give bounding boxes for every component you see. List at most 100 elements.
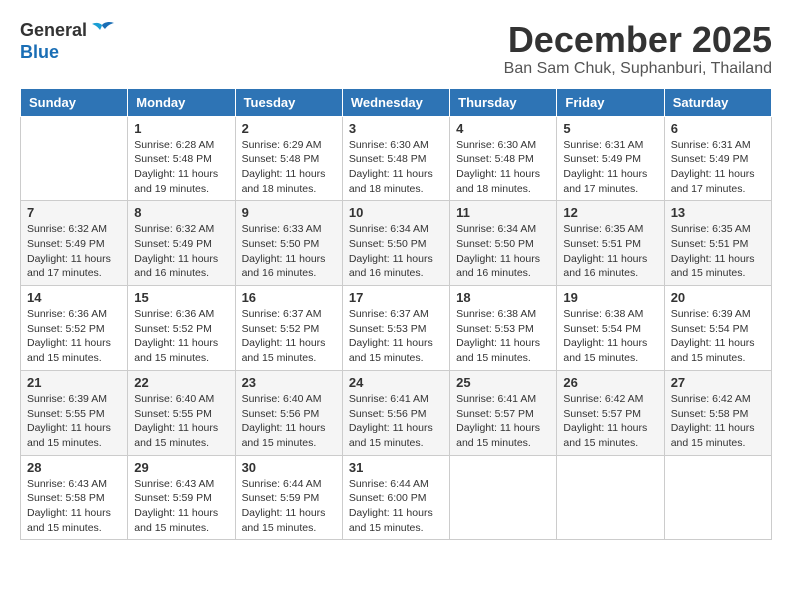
day-number: 27: [671, 375, 765, 390]
cell-info: Sunrise: 6:38 AMSunset: 5:53 PMDaylight:…: [456, 307, 550, 366]
cell-info: Sunrise: 6:36 AMSunset: 5:52 PMDaylight:…: [27, 307, 121, 366]
logo-bird-icon: [88, 20, 116, 42]
cell-info: Sunrise: 6:30 AMSunset: 5:48 PMDaylight:…: [349, 138, 443, 197]
calendar-table: Sunday Monday Tuesday Wednesday Thursday…: [20, 88, 772, 541]
calendar-cell: 19 Sunrise: 6:38 AMSunset: 5:54 PMDaylig…: [557, 286, 664, 371]
cell-info: Sunrise: 6:41 AMSunset: 5:56 PMDaylight:…: [349, 392, 443, 451]
calendar-cell: 27 Sunrise: 6:42 AMSunset: 5:58 PMDaylig…: [664, 370, 771, 455]
calendar-cell: 13 Sunrise: 6:35 AMSunset: 5:51 PMDaylig…: [664, 201, 771, 286]
week-row-3: 21 Sunrise: 6:39 AMSunset: 5:55 PMDaylig…: [21, 370, 772, 455]
week-row-0: 1 Sunrise: 6:28 AMSunset: 5:48 PMDayligh…: [21, 116, 772, 201]
cell-info: Sunrise: 6:33 AMSunset: 5:50 PMDaylight:…: [242, 222, 336, 281]
cell-info: Sunrise: 6:29 AMSunset: 5:48 PMDaylight:…: [242, 138, 336, 197]
header: General Blue December 2025 Ban Sam Chuk,…: [20, 20, 772, 78]
week-row-1: 7 Sunrise: 6:32 AMSunset: 5:49 PMDayligh…: [21, 201, 772, 286]
header-monday: Monday: [128, 88, 235, 116]
cell-info: Sunrise: 6:44 AMSunset: 6:00 PMDaylight:…: [349, 477, 443, 536]
cell-info: Sunrise: 6:28 AMSunset: 5:48 PMDaylight:…: [134, 138, 228, 197]
calendar-cell: 28 Sunrise: 6:43 AMSunset: 5:58 PMDaylig…: [21, 455, 128, 540]
day-number: 21: [27, 375, 121, 390]
calendar-cell: 8 Sunrise: 6:32 AMSunset: 5:49 PMDayligh…: [128, 201, 235, 286]
cell-info: Sunrise: 6:41 AMSunset: 5:57 PMDaylight:…: [456, 392, 550, 451]
day-number: 30: [242, 460, 336, 475]
day-number: 20: [671, 290, 765, 305]
cell-info: Sunrise: 6:39 AMSunset: 5:55 PMDaylight:…: [27, 392, 121, 451]
day-number: 9: [242, 205, 336, 220]
day-number: 6: [671, 121, 765, 136]
cell-info: Sunrise: 6:39 AMSunset: 5:54 PMDaylight:…: [671, 307, 765, 366]
week-row-4: 28 Sunrise: 6:43 AMSunset: 5:58 PMDaylig…: [21, 455, 772, 540]
day-number: 1: [134, 121, 228, 136]
calendar-cell: 26 Sunrise: 6:42 AMSunset: 5:57 PMDaylig…: [557, 370, 664, 455]
cell-info: Sunrise: 6:37 AMSunset: 5:53 PMDaylight:…: [349, 307, 443, 366]
day-number: 22: [134, 375, 228, 390]
day-number: 8: [134, 205, 228, 220]
day-number: 14: [27, 290, 121, 305]
calendar-cell: 12 Sunrise: 6:35 AMSunset: 5:51 PMDaylig…: [557, 201, 664, 286]
calendar-cell: 10 Sunrise: 6:34 AMSunset: 5:50 PMDaylig…: [342, 201, 449, 286]
calendar-cell: 4 Sunrise: 6:30 AMSunset: 5:48 PMDayligh…: [450, 116, 557, 201]
cell-info: Sunrise: 6:35 AMSunset: 5:51 PMDaylight:…: [671, 222, 765, 281]
day-number: 31: [349, 460, 443, 475]
day-number: 15: [134, 290, 228, 305]
day-number: 13: [671, 205, 765, 220]
cell-info: Sunrise: 6:42 AMSunset: 5:57 PMDaylight:…: [563, 392, 657, 451]
cell-info: Sunrise: 6:38 AMSunset: 5:54 PMDaylight:…: [563, 307, 657, 366]
header-saturday: Saturday: [664, 88, 771, 116]
cell-info: Sunrise: 6:42 AMSunset: 5:58 PMDaylight:…: [671, 392, 765, 451]
calendar-cell: 24 Sunrise: 6:41 AMSunset: 5:56 PMDaylig…: [342, 370, 449, 455]
calendar-cell: 11 Sunrise: 6:34 AMSunset: 5:50 PMDaylig…: [450, 201, 557, 286]
header-tuesday: Tuesday: [235, 88, 342, 116]
calendar-cell: 5 Sunrise: 6:31 AMSunset: 5:49 PMDayligh…: [557, 116, 664, 201]
cell-info: Sunrise: 6:40 AMSunset: 5:56 PMDaylight:…: [242, 392, 336, 451]
cell-info: Sunrise: 6:34 AMSunset: 5:50 PMDaylight:…: [456, 222, 550, 281]
calendar-cell: 22 Sunrise: 6:40 AMSunset: 5:55 PMDaylig…: [128, 370, 235, 455]
day-number: 5: [563, 121, 657, 136]
calendar-cell: [450, 455, 557, 540]
day-number: 11: [456, 205, 550, 220]
calendar-cell: 31 Sunrise: 6:44 AMSunset: 6:00 PMDaylig…: [342, 455, 449, 540]
calendar-cell: 21 Sunrise: 6:39 AMSunset: 5:55 PMDaylig…: [21, 370, 128, 455]
calendar-cell: 25 Sunrise: 6:41 AMSunset: 5:57 PMDaylig…: [450, 370, 557, 455]
day-number: 10: [349, 205, 443, 220]
calendar-cell: 9 Sunrise: 6:33 AMSunset: 5:50 PMDayligh…: [235, 201, 342, 286]
day-number: 19: [563, 290, 657, 305]
header-sunday: Sunday: [21, 88, 128, 116]
day-number: 29: [134, 460, 228, 475]
calendar-cell: 18 Sunrise: 6:38 AMSunset: 5:53 PMDaylig…: [450, 286, 557, 371]
cell-info: Sunrise: 6:43 AMSunset: 5:59 PMDaylight:…: [134, 477, 228, 536]
day-number: 28: [27, 460, 121, 475]
cell-info: Sunrise: 6:32 AMSunset: 5:49 PMDaylight:…: [27, 222, 121, 281]
calendar-cell: 7 Sunrise: 6:32 AMSunset: 5:49 PMDayligh…: [21, 201, 128, 286]
header-wednesday: Wednesday: [342, 88, 449, 116]
week-row-2: 14 Sunrise: 6:36 AMSunset: 5:52 PMDaylig…: [21, 286, 772, 371]
day-number: 18: [456, 290, 550, 305]
page-container: General Blue December 2025 Ban Sam Chuk,…: [20, 20, 772, 540]
day-number: 25: [456, 375, 550, 390]
cell-info: Sunrise: 6:31 AMSunset: 5:49 PMDaylight:…: [563, 138, 657, 197]
header-friday: Friday: [557, 88, 664, 116]
calendar-cell: [21, 116, 128, 201]
page-title: December 2025: [504, 20, 772, 60]
day-number: 23: [242, 375, 336, 390]
cell-info: Sunrise: 6:31 AMSunset: 5:49 PMDaylight:…: [671, 138, 765, 197]
day-number: 17: [349, 290, 443, 305]
cell-info: Sunrise: 6:36 AMSunset: 5:52 PMDaylight:…: [134, 307, 228, 366]
cell-info: Sunrise: 6:37 AMSunset: 5:52 PMDaylight:…: [242, 307, 336, 366]
day-number: 16: [242, 290, 336, 305]
logo-area: General Blue: [20, 20, 116, 63]
cell-info: Sunrise: 6:43 AMSunset: 5:58 PMDaylight:…: [27, 477, 121, 536]
calendar-cell: [664, 455, 771, 540]
day-number: 2: [242, 121, 336, 136]
title-area: December 2025 Ban Sam Chuk, Suphanburi, …: [504, 20, 772, 78]
calendar-cell: 29 Sunrise: 6:43 AMSunset: 5:59 PMDaylig…: [128, 455, 235, 540]
calendar-cell: [557, 455, 664, 540]
calendar-cell: 30 Sunrise: 6:44 AMSunset: 5:59 PMDaylig…: [235, 455, 342, 540]
day-number: 4: [456, 121, 550, 136]
calendar-cell: 16 Sunrise: 6:37 AMSunset: 5:52 PMDaylig…: [235, 286, 342, 371]
cell-info: Sunrise: 6:35 AMSunset: 5:51 PMDaylight:…: [563, 222, 657, 281]
calendar-cell: 15 Sunrise: 6:36 AMSunset: 5:52 PMDaylig…: [128, 286, 235, 371]
logo-text: General Blue: [20, 20, 116, 63]
day-number: 3: [349, 121, 443, 136]
calendar-cell: 1 Sunrise: 6:28 AMSunset: 5:48 PMDayligh…: [128, 116, 235, 201]
